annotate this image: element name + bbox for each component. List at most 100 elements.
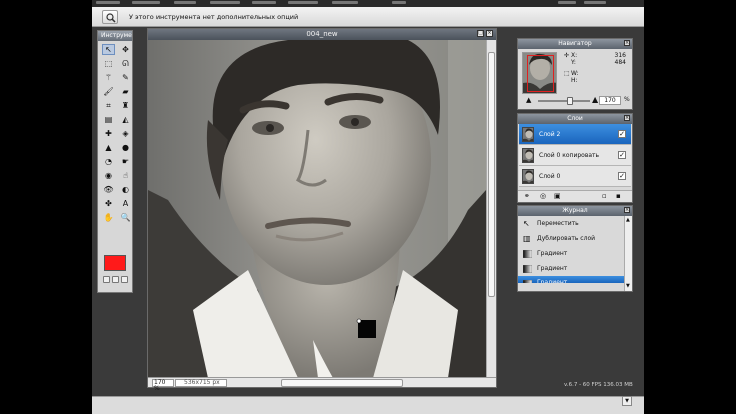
gradient-icon xyxy=(523,280,532,283)
percent-label: % xyxy=(624,96,630,103)
magnifier-icon xyxy=(106,13,116,23)
history-scrollbar[interactable]: ▲ ▼ xyxy=(624,216,632,291)
blur-icon[interactable]: ▲ xyxy=(102,142,115,153)
text-icon[interactable]: A xyxy=(119,198,132,209)
history-label: Градиент xyxy=(537,265,568,272)
layer-row[interactable]: Слой 2 ✓ xyxy=(519,124,631,145)
crop-icon[interactable]: ⌗ xyxy=(102,100,115,111)
gradient-icon xyxy=(523,250,532,258)
gradient-icon[interactable]: ▤ xyxy=(102,114,115,125)
burn-icon[interactable]: ☛ xyxy=(119,156,132,167)
lasso-icon[interactable]: ᘏ xyxy=(119,58,132,69)
history-item[interactable]: Градиент xyxy=(518,261,632,276)
dodge-icon[interactable]: ◔ xyxy=(102,156,115,167)
layer-name: Слой 0 xyxy=(539,173,561,180)
gradient-icon xyxy=(523,265,532,273)
portrait-photo xyxy=(148,40,486,378)
document-title: 004_new xyxy=(306,30,338,38)
pinch-icon[interactable]: ✤ xyxy=(102,198,115,209)
bloat-icon[interactable]: ◐ xyxy=(119,184,132,195)
bucket-icon[interactable]: ◭ xyxy=(119,114,132,125)
navigator-title: Навигатор xyxy=(558,40,592,47)
layer-name: Слой 0 копировать xyxy=(539,152,600,159)
history-item[interactable]: ▥ Дублировать слой xyxy=(518,231,632,246)
foreground-color-swatch[interactable] xyxy=(104,255,126,271)
wand-icon[interactable]: ⚚ xyxy=(102,72,115,83)
layers-panel: Слои × Слой 2 ✓ Слой 0 копировать ✓ Слой 0 ✓ … xyxy=(517,113,633,203)
menu-bar xyxy=(92,0,644,7)
zoom-readout[interactable]: 170 % xyxy=(152,379,174,392)
smudge-icon[interactable]: ☝ xyxy=(119,170,132,181)
horizontal-scroll-thumb[interactable] xyxy=(281,379,403,387)
history-item[interactable]: Градиент xyxy=(518,246,632,261)
layer-thumbnail xyxy=(522,169,534,184)
colorreplace-icon[interactable]: ◈ xyxy=(119,128,132,139)
sponge-icon[interactable]: ◉ xyxy=(102,170,115,181)
link-icon[interactable]: ⚭ xyxy=(524,193,530,200)
color-mode-icon[interactable] xyxy=(121,276,128,283)
marquee-icon[interactable]: ⬚ xyxy=(102,58,115,69)
layer-thumbnail xyxy=(522,148,534,163)
tools-panel-title: Инструмент xyxy=(98,31,132,41)
x-value: 316 xyxy=(614,52,626,59)
redeye-icon[interactable]: 👁 xyxy=(102,184,115,195)
pencil-icon[interactable]: ✎ xyxy=(119,72,132,83)
slider-knob[interactable] xyxy=(567,97,573,105)
image-size-readout: 536x715 px xyxy=(175,379,227,387)
hand-icon[interactable]: ✋ xyxy=(102,212,115,223)
layer-row[interactable]: Слой 0 ✓ xyxy=(519,166,631,187)
document-window: 004_new □ × 170 % 536x715 px xyxy=(147,28,497,392)
scroll-down-icon[interactable]: ▼ xyxy=(622,396,632,406)
navigator-zoom-slider[interactable] xyxy=(538,97,590,105)
drop-icon[interactable]: ● xyxy=(119,142,132,153)
history-item[interactable]: ↖ Переместить xyxy=(518,216,632,231)
move-icon: ↖ xyxy=(523,219,530,228)
w-label: W: xyxy=(571,70,579,77)
zoom-out-icon[interactable]: ▲ xyxy=(526,96,531,104)
vertical-scroll-thumb[interactable] xyxy=(488,52,495,297)
visibility-checkbox[interactable]: ✓ xyxy=(618,130,626,138)
visibility-checkbox[interactable]: ✓ xyxy=(618,151,626,159)
new-layer-icon[interactable]: ▫ xyxy=(602,193,607,200)
history-label: Градиент xyxy=(537,250,568,257)
move-icon[interactable]: ✥ xyxy=(119,44,132,55)
document-titlebar[interactable]: 004_new □ × xyxy=(148,29,496,40)
maximize-icon[interactable]: □ xyxy=(477,30,484,37)
close-icon[interactable]: × xyxy=(486,30,493,37)
default-colors-icon[interactable] xyxy=(103,276,110,283)
frame-icon: ⬚ xyxy=(564,70,570,77)
bottom-bar xyxy=(92,396,644,414)
tool-grid: ↖ ✥ ⬚ ᘏ ⚚ ✎ 🖌 ▰ ⌗ ♜ ▤ ◭ ✚ ◈ ▲ ● ◔ ☛ ◉ ☝ 👁 ◐ ✤ A ✋ 🔍 xyxy=(98,41,132,223)
zoom-in-icon[interactable]: ▲ xyxy=(592,95,598,104)
close-icon[interactable]: × xyxy=(624,115,630,121)
close-icon[interactable]: × xyxy=(624,207,630,213)
arrow-icon[interactable]: ↖ xyxy=(102,44,115,55)
viewport-frame[interactable] xyxy=(527,55,554,92)
history-item[interactable]: Градиент xyxy=(518,276,632,283)
history-list: ↖ Переместить ▥ Дублировать слой Градиент Гра… xyxy=(518,216,632,283)
scroll-up-icon[interactable]: ▲ xyxy=(626,218,631,223)
zoom-icon[interactable]: 🔍 xyxy=(119,212,132,223)
h-label: H: xyxy=(571,77,578,84)
close-icon[interactable]: × xyxy=(624,40,630,46)
navigator-thumbnail[interactable] xyxy=(522,52,557,94)
heal-icon[interactable]: ✚ xyxy=(102,128,115,139)
navigator-panel: Навигатор × ✢ X: 316 Y: 484 ⬚ W: H: ▲ ▲ 170 … xyxy=(517,38,633,110)
layer-list: Слой 2 ✓ Слой 0 копировать ✓ Слой 0 ✓ xyxy=(518,124,632,187)
image-canvas[interactable] xyxy=(148,40,486,378)
visibility-checkbox[interactable]: ✓ xyxy=(618,172,626,180)
stamp-icon[interactable]: ♜ xyxy=(119,100,132,111)
tool-options-message: У этого инструмента нет дополнительных о… xyxy=(129,13,299,21)
tool-options-button[interactable] xyxy=(102,10,118,24)
vertical-scrollbar[interactable] xyxy=(486,40,496,378)
eraser-icon[interactable]: ▰ xyxy=(119,86,132,97)
scroll-down-icon[interactable]: ▼ xyxy=(626,284,631,289)
layer-row[interactable]: Слой 0 копировать ✓ xyxy=(519,145,631,166)
fx-icon[interactable]: ◎ xyxy=(540,193,546,200)
x-label: X: xyxy=(571,52,578,59)
mask-icon[interactable]: ▣ xyxy=(554,193,561,200)
navigator-zoom-field[interactable]: 170 xyxy=(599,96,621,105)
swap-colors-icon[interactable] xyxy=(112,276,119,283)
trash-icon[interactable]: ▪ xyxy=(616,193,621,200)
brush-icon[interactable]: 🖌 xyxy=(102,86,115,97)
